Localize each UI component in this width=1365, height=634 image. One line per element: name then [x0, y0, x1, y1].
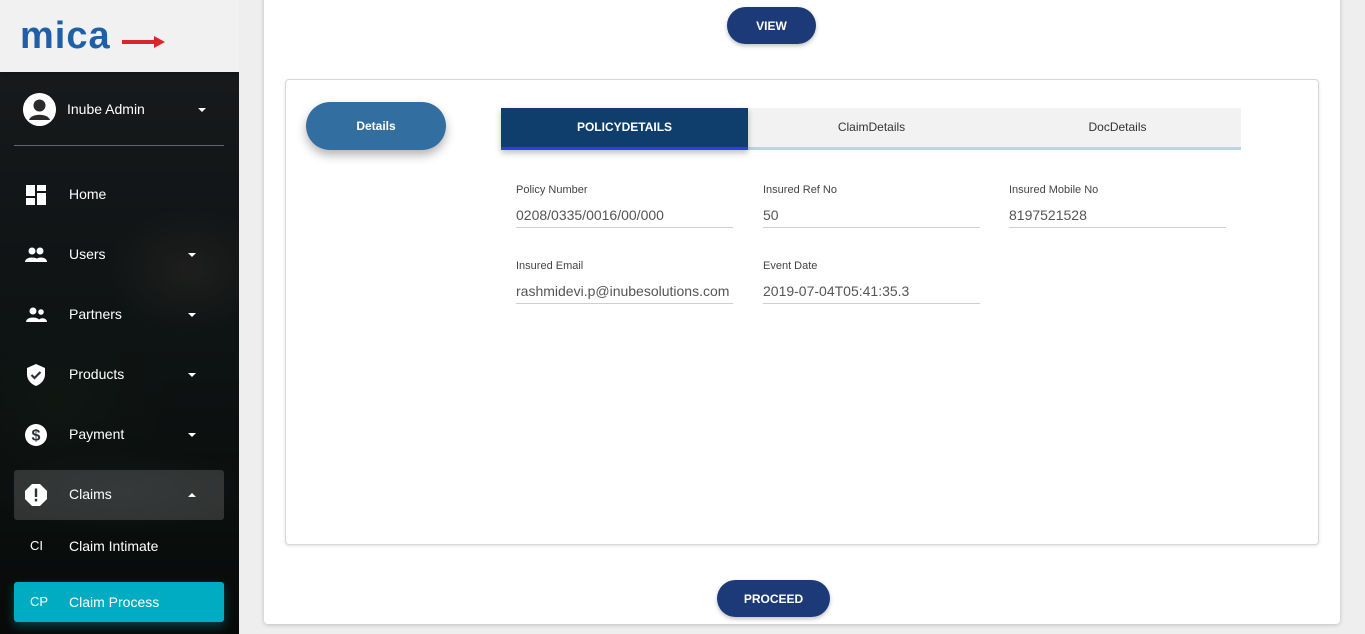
- tab-docdetails[interactable]: DocDetails: [994, 108, 1241, 150]
- sidebar-subitem-label: Claim Process: [69, 594, 160, 610]
- user-name: Inube Admin: [67, 101, 145, 117]
- sidebar-item-products[interactable]: Products: [14, 350, 224, 400]
- field-label: Insured Ref No: [763, 184, 837, 196]
- sidebar-item-label: Payment: [69, 426, 125, 442]
- details-header: Details: [306, 102, 446, 150]
- dollar-icon: $: [25, 424, 47, 446]
- mica-logo[interactable]: mica: [20, 18, 170, 54]
- partners-icon: [26, 307, 47, 322]
- sidebar-item-label: Partners: [69, 306, 122, 322]
- chevron-down-icon: [188, 253, 196, 257]
- alert-icon: [25, 484, 47, 506]
- sidebar-subitem-label: Claim Intimate: [69, 538, 159, 554]
- avatar-icon: [23, 93, 56, 126]
- field-label: Insured Email: [516, 260, 584, 272]
- tab-bar: POLICYDETAILS ClaimDetails DocDetails: [501, 108, 1241, 150]
- policy-number-field[interactable]: Policy Number 0208/0335/0016/00/000: [516, 184, 733, 228]
- tab-claimdetails[interactable]: ClaimDetails: [748, 108, 995, 150]
- sidebar-item-label: Claims: [69, 486, 112, 502]
- insured-ref-no-field[interactable]: Insured Ref No 50: [763, 184, 980, 228]
- field-value: rashmidevi.p@inubesolutions.com: [516, 283, 730, 299]
- field-value: 50: [763, 207, 779, 223]
- field-label: Event Date: [763, 260, 818, 272]
- proceed-button[interactable]: PROCEED: [717, 580, 830, 617]
- users-icon: [25, 247, 47, 262]
- svg-text:mica: mica: [20, 18, 111, 54]
- sidebar-item-partners[interactable]: Partners: [14, 290, 224, 340]
- sidebar-subitem-abbr: CI: [30, 538, 43, 553]
- chevron-up-icon: [188, 493, 196, 497]
- event-date-field[interactable]: Event Date 2019-07-04T05:41:35.3: [763, 260, 980, 304]
- field-value: 0208/0335/0016/00/000: [516, 207, 664, 223]
- view-button[interactable]: VIEW: [727, 7, 816, 44]
- field-label: Insured Mobile No: [1009, 184, 1099, 196]
- sidebar: mica Inube Admin Home Users Partners Pro…: [0, 0, 239, 634]
- divider: [14, 145, 224, 146]
- sidebar-item-claims[interactable]: Claims: [14, 470, 224, 520]
- sidebar-item-label: Users: [69, 246, 106, 262]
- svg-text:$: $: [32, 428, 41, 445]
- insured-email-field[interactable]: Insured Email rashmidevi.p@inubesolution…: [516, 260, 733, 304]
- field-value: 2019-07-04T05:41:35.3: [763, 283, 910, 299]
- sidebar-item-home[interactable]: Home: [14, 170, 224, 220]
- chevron-down-icon: [188, 433, 196, 437]
- sidebar-item-payment[interactable]: $ Payment: [14, 410, 224, 460]
- field-label: Policy Number: [516, 184, 588, 196]
- user-menu[interactable]: Inube Admin: [0, 90, 239, 130]
- dashboard-icon: [26, 185, 46, 205]
- insured-mobile-no-field[interactable]: Insured Mobile No 8197521528: [1009, 184, 1226, 228]
- shield-check-icon: [27, 364, 45, 386]
- chevron-down-icon: [188, 373, 196, 377]
- sidebar-subitem-abbr: CP: [30, 594, 49, 609]
- tab-policydetails[interactable]: POLICYDETAILS: [501, 108, 748, 150]
- sidebar-item-users[interactable]: Users: [14, 230, 224, 280]
- chevron-down-icon: [198, 108, 206, 112]
- chevron-down-icon: [188, 313, 196, 317]
- sidebar-item-label: Products: [69, 366, 125, 382]
- logo-area: mica: [0, 0, 239, 72]
- field-value: 8197521528: [1009, 207, 1087, 223]
- sidebar-subitem-claim-process[interactable]: CP Claim Process: [14, 582, 224, 622]
- sidebar-item-label: Home: [69, 186, 107, 202]
- sidebar-subitem-claim-intimate[interactable]: CI Claim Intimate: [14, 527, 224, 567]
